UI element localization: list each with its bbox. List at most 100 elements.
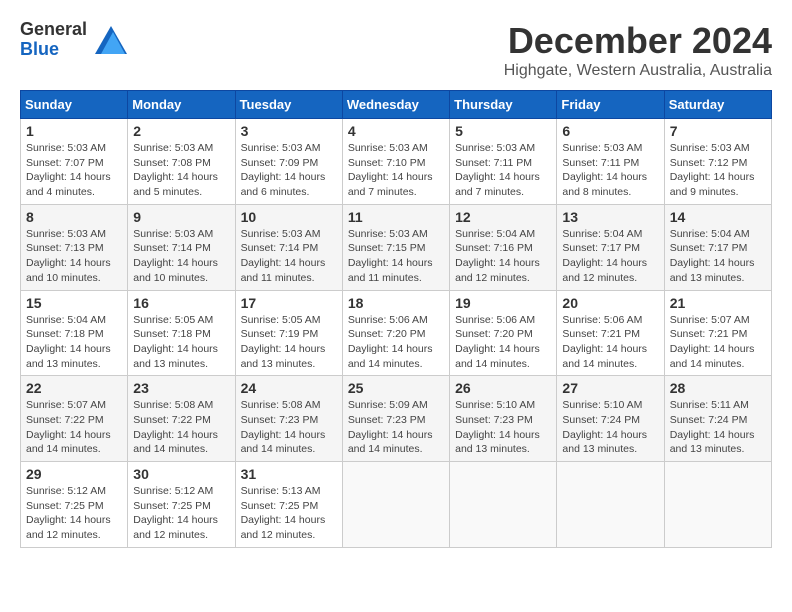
calendar-cell: 23 Sunrise: 5:08 AM Sunset: 7:22 PM Dayl… — [128, 376, 235, 462]
sunrise: Sunrise: 5:03 AM — [133, 227, 229, 242]
day-info: Sunrise: 5:03 AM Sunset: 7:15 PM Dayligh… — [348, 227, 444, 286]
day-number: 17 — [241, 295, 337, 311]
calendar-cell: 4 Sunrise: 5:03 AM Sunset: 7:10 PM Dayli… — [342, 119, 449, 205]
calendar-cell: 5 Sunrise: 5:03 AM Sunset: 7:11 PM Dayli… — [450, 119, 557, 205]
day-number: 27 — [562, 380, 658, 396]
title-section: December 2024 Highgate, Western Australi… — [504, 20, 772, 80]
calendar-cell: 14 Sunrise: 5:04 AM Sunset: 7:17 PM Dayl… — [664, 204, 771, 290]
sunset: Sunset: 7:23 PM — [348, 413, 444, 428]
day-info: Sunrise: 5:06 AM Sunset: 7:20 PM Dayligh… — [455, 313, 551, 372]
calendar-cell: 29 Sunrise: 5:12 AM Sunset: 7:25 PM Dayl… — [21, 462, 128, 548]
page-header: General Blue December 2024 Highgate, Wes… — [20, 20, 772, 80]
daylight: Daylight: 14 hours and 12 minutes. — [562, 256, 658, 285]
daylight: Daylight: 14 hours and 14 minutes. — [348, 342, 444, 371]
day-number: 31 — [241, 466, 337, 482]
sunset: Sunset: 7:23 PM — [455, 413, 551, 428]
daylight: Daylight: 14 hours and 14 minutes. — [133, 428, 229, 457]
sunrise: Sunrise: 5:06 AM — [348, 313, 444, 328]
sunrise: Sunrise: 5:08 AM — [241, 398, 337, 413]
calendar-cell: 12 Sunrise: 5:04 AM Sunset: 7:16 PM Dayl… — [450, 204, 557, 290]
day-number: 22 — [26, 380, 122, 396]
day-number: 6 — [562, 123, 658, 139]
day-info: Sunrise: 5:10 AM Sunset: 7:23 PM Dayligh… — [455, 398, 551, 457]
week-row-2: 8 Sunrise: 5:03 AM Sunset: 7:13 PM Dayli… — [21, 204, 772, 290]
daylight: Daylight: 14 hours and 14 minutes. — [670, 342, 766, 371]
sunset: Sunset: 7:22 PM — [133, 413, 229, 428]
day-number: 19 — [455, 295, 551, 311]
calendar-cell: 8 Sunrise: 5:03 AM Sunset: 7:13 PM Dayli… — [21, 204, 128, 290]
daylight: Daylight: 14 hours and 13 minutes. — [241, 342, 337, 371]
day-info: Sunrise: 5:08 AM Sunset: 7:22 PM Dayligh… — [133, 398, 229, 457]
day-number: 2 — [133, 123, 229, 139]
logo-line2: Blue — [20, 40, 87, 60]
calendar-cell: 6 Sunrise: 5:03 AM Sunset: 7:11 PM Dayli… — [557, 119, 664, 205]
calendar-cell — [450, 462, 557, 548]
daylight: Daylight: 14 hours and 11 minutes. — [241, 256, 337, 285]
sunset: Sunset: 7:17 PM — [670, 241, 766, 256]
week-row-3: 15 Sunrise: 5:04 AM Sunset: 7:18 PM Dayl… — [21, 290, 772, 376]
calendar-cell: 3 Sunrise: 5:03 AM Sunset: 7:09 PM Dayli… — [235, 119, 342, 205]
day-number: 9 — [133, 209, 229, 225]
sunset: Sunset: 7:14 PM — [241, 241, 337, 256]
day-number: 7 — [670, 123, 766, 139]
day-number: 24 — [241, 380, 337, 396]
day-info: Sunrise: 5:04 AM Sunset: 7:17 PM Dayligh… — [670, 227, 766, 286]
calendar-cell: 21 Sunrise: 5:07 AM Sunset: 7:21 PM Dayl… — [664, 290, 771, 376]
weekday-header-saturday: Saturday — [664, 91, 771, 119]
daylight: Daylight: 14 hours and 14 minutes. — [562, 342, 658, 371]
sunset: Sunset: 7:08 PM — [133, 156, 229, 171]
weekday-header-tuesday: Tuesday — [235, 91, 342, 119]
day-number: 10 — [241, 209, 337, 225]
sunrise: Sunrise: 5:04 AM — [26, 313, 122, 328]
calendar-cell: 20 Sunrise: 5:06 AM Sunset: 7:21 PM Dayl… — [557, 290, 664, 376]
daylight: Daylight: 14 hours and 13 minutes. — [670, 428, 766, 457]
day-info: Sunrise: 5:10 AM Sunset: 7:24 PM Dayligh… — [562, 398, 658, 457]
day-info: Sunrise: 5:03 AM Sunset: 7:10 PM Dayligh… — [348, 141, 444, 200]
sunrise: Sunrise: 5:05 AM — [133, 313, 229, 328]
sunset: Sunset: 7:20 PM — [455, 327, 551, 342]
day-info: Sunrise: 5:07 AM Sunset: 7:22 PM Dayligh… — [26, 398, 122, 457]
day-number: 8 — [26, 209, 122, 225]
sunrise: Sunrise: 5:03 AM — [133, 141, 229, 156]
sunrise: Sunrise: 5:11 AM — [670, 398, 766, 413]
sunrise: Sunrise: 5:08 AM — [133, 398, 229, 413]
day-info: Sunrise: 5:03 AM Sunset: 7:14 PM Dayligh… — [241, 227, 337, 286]
sunset: Sunset: 7:10 PM — [348, 156, 444, 171]
calendar-cell: 25 Sunrise: 5:09 AM Sunset: 7:23 PM Dayl… — [342, 376, 449, 462]
day-info: Sunrise: 5:03 AM Sunset: 7:08 PM Dayligh… — [133, 141, 229, 200]
sunset: Sunset: 7:12 PM — [670, 156, 766, 171]
day-number: 16 — [133, 295, 229, 311]
day-info: Sunrise: 5:03 AM Sunset: 7:14 PM Dayligh… — [133, 227, 229, 286]
calendar-cell: 18 Sunrise: 5:06 AM Sunset: 7:20 PM Dayl… — [342, 290, 449, 376]
day-number: 3 — [241, 123, 337, 139]
daylight: Daylight: 14 hours and 12 minutes. — [133, 513, 229, 542]
day-info: Sunrise: 5:06 AM Sunset: 7:20 PM Dayligh… — [348, 313, 444, 372]
daylight: Daylight: 14 hours and 13 minutes. — [133, 342, 229, 371]
day-number: 15 — [26, 295, 122, 311]
daylight: Daylight: 14 hours and 10 minutes. — [133, 256, 229, 285]
daylight: Daylight: 14 hours and 8 minutes. — [562, 170, 658, 199]
sunset: Sunset: 7:16 PM — [455, 241, 551, 256]
sunset: Sunset: 7:24 PM — [562, 413, 658, 428]
calendar-cell — [557, 462, 664, 548]
sunset: Sunset: 7:18 PM — [133, 327, 229, 342]
calendar-cell: 10 Sunrise: 5:03 AM Sunset: 7:14 PM Dayl… — [235, 204, 342, 290]
day-number: 20 — [562, 295, 658, 311]
day-number: 25 — [348, 380, 444, 396]
day-info: Sunrise: 5:06 AM Sunset: 7:21 PM Dayligh… — [562, 313, 658, 372]
sunrise: Sunrise: 5:04 AM — [562, 227, 658, 242]
sunrise: Sunrise: 5:07 AM — [670, 313, 766, 328]
day-info: Sunrise: 5:11 AM Sunset: 7:24 PM Dayligh… — [670, 398, 766, 457]
daylight: Daylight: 14 hours and 12 minutes. — [26, 513, 122, 542]
logo-line1: General — [20, 20, 87, 40]
sunset: Sunset: 7:20 PM — [348, 327, 444, 342]
sunrise: Sunrise: 5:05 AM — [241, 313, 337, 328]
sunset: Sunset: 7:11 PM — [455, 156, 551, 171]
weekday-header-wednesday: Wednesday — [342, 91, 449, 119]
calendar-table: SundayMondayTuesdayWednesdayThursdayFrid… — [20, 90, 772, 548]
day-info: Sunrise: 5:03 AM Sunset: 7:12 PM Dayligh… — [670, 141, 766, 200]
daylight: Daylight: 14 hours and 14 minutes. — [455, 342, 551, 371]
sunset: Sunset: 7:22 PM — [26, 413, 122, 428]
daylight: Daylight: 14 hours and 14 minutes. — [348, 428, 444, 457]
sunset: Sunset: 7:13 PM — [26, 241, 122, 256]
